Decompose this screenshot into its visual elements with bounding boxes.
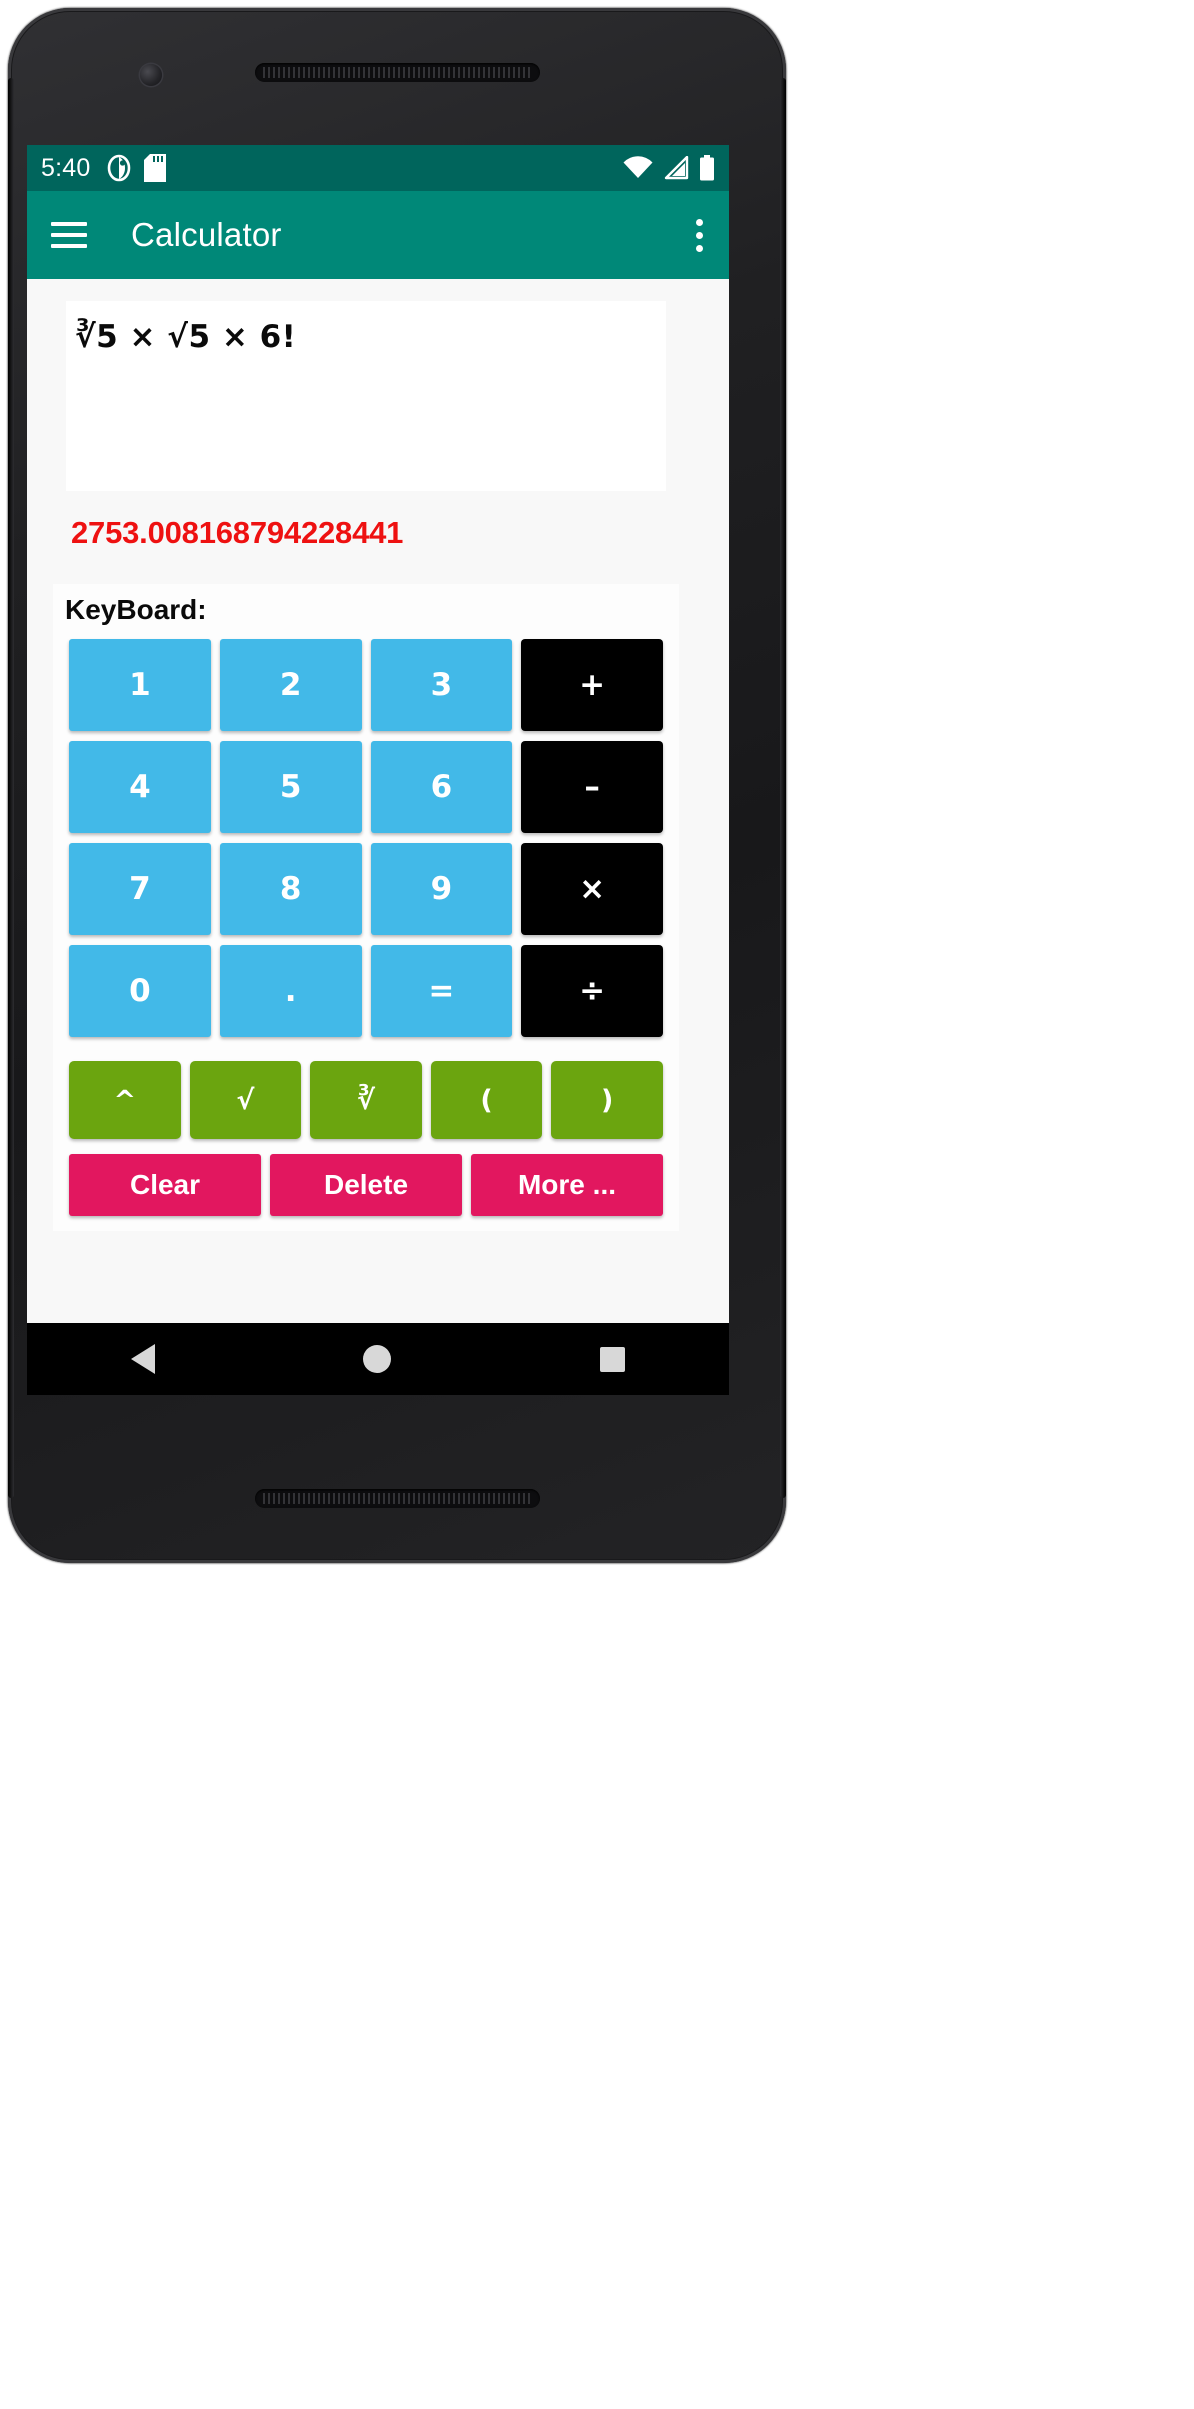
status-bar: 5:40 [27, 145, 729, 191]
key-function-square-root-label: √ [236, 1084, 255, 1116]
key-number-1-label: 2 [279, 667, 302, 703]
front-camera-icon [140, 64, 162, 86]
key-function-power-label: ^ [113, 1084, 137, 1116]
key-number-13[interactable]: . [219, 945, 362, 1037]
page-title: Calculator [131, 216, 282, 253]
key-operator-3[interactable]: + [521, 639, 663, 731]
phone-screen: 5:40 Calculator ∛5 × √5 × 6! 2753.008168… [27, 145, 729, 1395]
nav-back-icon[interactable] [131, 1344, 156, 1374]
key-function-open-paren[interactable]: ( [430, 1061, 543, 1139]
screenshot-root: 5:40 Calculator ∛5 × √5 × 6! 2753.008168… [0, 0, 1194, 2409]
key-number-0-label: 1 [129, 667, 151, 703]
kebab-overflow-icon[interactable] [689, 213, 709, 258]
key-number-8-label: 7 [129, 871, 151, 907]
sim-status-icon [106, 154, 132, 182]
expression-input[interactable]: ∛5 × √5 × 6! [66, 301, 666, 491]
key-operator-11[interactable]: × [521, 843, 663, 935]
key-number-6-label: 6 [430, 769, 453, 805]
key-number-12[interactable]: 0 [69, 945, 211, 1037]
key-number-10[interactable]: 9 [370, 843, 513, 935]
action-keypad: Clear Delete More ... [69, 1154, 663, 1216]
nav-recents-icon[interactable] [599, 1346, 625, 1372]
battery-icon [699, 155, 715, 181]
earpiece-speaker-icon [255, 63, 540, 82]
key-operator-3-label: + [579, 667, 606, 703]
key-number-6[interactable]: 6 [370, 741, 513, 833]
key-action-delete[interactable]: Delete [270, 1154, 462, 1216]
wifi-icon [623, 156, 653, 180]
key-number-4-label: 4 [129, 769, 151, 805]
key-number-0[interactable]: 1 [69, 639, 211, 731]
key-number-14[interactable]: = [370, 945, 513, 1037]
key-function-power[interactable]: ^ [69, 1061, 181, 1139]
key-function-cube-root-label: ∛ [356, 1084, 375, 1116]
key-number-5-label: 5 [279, 769, 302, 805]
key-operator-11-label: × [579, 871, 606, 907]
key-operator-15-label: ÷ [579, 973, 606, 1009]
device-left-edge [8, 78, 14, 1498]
key-function-cube-root[interactable]: ∛ [310, 1061, 422, 1139]
kebab-dot-3 [695, 244, 703, 252]
hamburger-line-1 [51, 222, 87, 226]
key-action-more-label: More ... [517, 1169, 616, 1200]
bottom-speaker-icon [255, 1489, 540, 1508]
key-function-open-paren-label: ( [480, 1084, 493, 1116]
key-number-9[interactable]: 8 [219, 843, 362, 935]
cell-signal-icon [663, 156, 689, 180]
key-number-13-label: . [284, 973, 297, 1009]
app-bar: Calculator [27, 191, 729, 279]
kebab-dot-2 [695, 231, 703, 239]
nav-home-icon[interactable] [363, 1345, 392, 1373]
key-number-8[interactable]: 7 [69, 843, 211, 935]
key-function-close-paren[interactable]: ) [551, 1061, 663, 1139]
status-bar-system-icons [623, 155, 715, 181]
key-number-12-label: 0 [129, 973, 151, 1009]
key-operator-7-label: – [584, 769, 600, 805]
keyboard-label: KeyBoard: [65, 594, 207, 625]
expression-text: ∛5 × √5 × 6! [75, 319, 297, 355]
key-number-5[interactable]: 5 [219, 741, 362, 833]
key-number-14-label: = [428, 973, 455, 1009]
status-bar-notifications [106, 154, 167, 182]
key-number-1[interactable]: 2 [219, 639, 362, 731]
device-right-edge [780, 78, 786, 1498]
calculator-body: ∛5 × √5 × 6! 2753.008168794228441 KeyBoa… [27, 279, 729, 1323]
key-action-delete-label: Delete [323, 1169, 409, 1200]
android-navigation-bar [27, 1323, 729, 1395]
result-value: 2753.008168794228441 [71, 515, 404, 550]
key-action-more[interactable]: More ... [471, 1154, 663, 1216]
key-number-10-label: 9 [430, 871, 453, 907]
kebab-dot-1 [695, 218, 703, 226]
key-action-clear-label: Clear [129, 1169, 201, 1200]
hamburger-line-3 [51, 244, 87, 248]
key-number-4[interactable]: 4 [69, 741, 211, 833]
key-action-clear[interactable]: Clear [69, 1154, 261, 1216]
keyboard-panel: KeyBoard: 1 2 3 +4 5 6 – 7 8 9 × 0. = ÷ ^ √ ∛ () Clear De… [53, 584, 679, 1231]
key-function-close-paren-label: ) [601, 1084, 614, 1116]
key-operator-15[interactable]: ÷ [521, 945, 663, 1037]
key-number-2-label: 3 [430, 667, 453, 703]
numeric-keypad: 1 2 3 +4 5 6 – 7 8 9 × 0. = ÷ [69, 639, 663, 1037]
key-number-2[interactable]: 3 [370, 639, 513, 731]
key-function-square-root[interactable]: √ [189, 1061, 302, 1139]
function-keypad: ^ √ ∛ () [69, 1061, 663, 1139]
sd-card-icon [144, 154, 167, 182]
key-operator-7[interactable]: – [521, 741, 663, 833]
hamburger-menu-icon[interactable] [51, 222, 87, 248]
key-number-9-label: 8 [279, 871, 302, 907]
hamburger-line-2 [51, 233, 87, 237]
status-bar-clock: 5:40 [41, 153, 91, 182]
